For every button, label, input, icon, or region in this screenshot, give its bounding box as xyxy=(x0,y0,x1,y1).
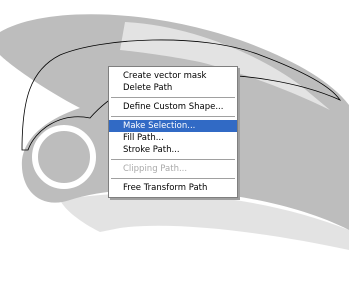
menu-separator xyxy=(111,178,235,179)
menu-item-make-selection[interactable]: Make Selection... xyxy=(109,120,237,132)
menu-item-delete-path[interactable]: Delete Path xyxy=(109,82,237,94)
path-context-menu: Create vector mask Delete Path Define Cu… xyxy=(108,66,238,198)
menu-item-stroke-path[interactable]: Stroke Path... xyxy=(109,144,237,156)
menu-separator xyxy=(111,159,235,160)
menu-item-define-custom-shape[interactable]: Define Custom Shape... xyxy=(109,101,237,113)
menu-separator xyxy=(111,116,235,117)
menu-item-fill-path[interactable]: Fill Path... xyxy=(109,132,237,144)
eye-circle-shape xyxy=(39,132,89,182)
document-canvas[interactable]: Create vector mask Delete Path Define Cu… xyxy=(0,0,349,289)
menu-item-create-vector-mask[interactable]: Create vector mask xyxy=(109,70,237,82)
menu-item-free-transform-path[interactable]: Free Transform Path xyxy=(109,182,237,194)
menu-separator xyxy=(111,97,235,98)
menu-item-clipping-path: Clipping Path... xyxy=(123,164,188,174)
